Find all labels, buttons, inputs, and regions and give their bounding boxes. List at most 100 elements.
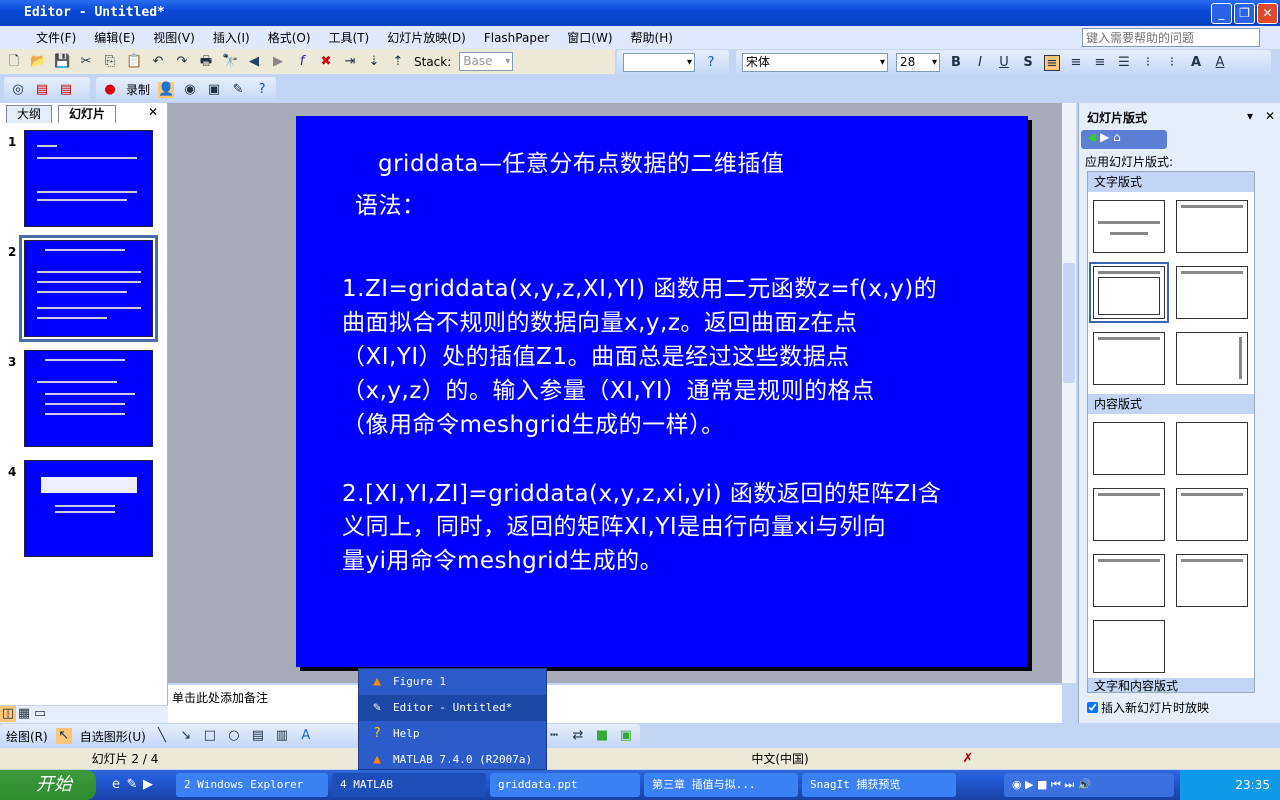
layout-title-slide[interactable] — [1093, 200, 1165, 253]
flashpaper-icon[interactable]: ◎ — [10, 82, 26, 98]
task-word-doc[interactable]: 第三章 插值与拟... — [644, 773, 798, 797]
layout-title-content-2[interactable] — [1093, 554, 1165, 607]
help-icon[interactable]: ? — [703, 55, 719, 71]
slide-syntax-label[interactable]: 语法： — [355, 186, 426, 220]
pdf-icon[interactable]: ▤ — [34, 82, 50, 98]
slideshow-view-icon[interactable]: ▭ — [32, 706, 48, 722]
find-icon[interactable]: 🔭 — [222, 54, 238, 70]
slide-text-line[interactable]: 义同上，同时，返回的矩阵XI,YI是由行向量xi与列向 — [342, 507, 886, 541]
shadow-icon[interactable]: S — [1020, 55, 1036, 71]
align-right-icon[interactable]: ≡ — [1092, 55, 1108, 71]
layout-title-text[interactable] — [1089, 262, 1169, 323]
underline-icon[interactable]: U — [996, 55, 1012, 71]
back-icon[interactable]: ◀ — [1087, 130, 1096, 144]
align-left-icon[interactable]: ≡ — [1044, 54, 1060, 71]
vertical-scrollbar[interactable] — [1062, 103, 1076, 683]
tab-outline[interactable]: 大纲 — [6, 105, 53, 123]
layout-vertical-title-text[interactable] — [1176, 332, 1248, 385]
3d-style-icon[interactable]: ▣ — [618, 728, 634, 744]
menu-item-editor[interactable]: ✎ Editor - Untitled* — [359, 695, 546, 721]
slide-text-line[interactable]: 量yi用命令meshgrid生成的。 — [342, 541, 663, 575]
select-arrow-icon[interactable]: ↖ — [55, 728, 72, 744]
increase-font-icon[interactable]: A — [1188, 55, 1204, 71]
layout-blank[interactable] — [1093, 422, 1165, 475]
slide-text-line[interactable]: （像用命令meshgrid生成的一样）。 — [342, 405, 725, 439]
draw-menu[interactable]: 绘图(R) — [6, 728, 48, 745]
clear-icon[interactable]: ✖ — [318, 54, 334, 70]
align-center-icon[interactable]: ≡ — [1068, 55, 1084, 71]
task-pane-close-icon[interactable]: ✕ — [1265, 109, 1275, 123]
font-select[interactable]: 宋体 — [742, 53, 888, 72]
dash-style-icon[interactable]: ┅ — [546, 728, 562, 744]
menu-item-figure-1[interactable]: ▲ Figure 1 — [359, 669, 546, 695]
vertical-textbox-icon[interactable]: ▥ — [274, 728, 290, 744]
close-pane-icon[interactable]: ✕ — [148, 105, 158, 119]
italic-icon[interactable]: I — [972, 55, 988, 71]
font-size-select[interactable]: 28 — [896, 53, 940, 72]
wordart-icon[interactable]: A — [298, 728, 314, 744]
slide-text-line[interactable]: 1.ZI=griddata(x,y,z,XI,YI) 函数用二元函数z=f(x,… — [342, 269, 937, 303]
step-out-icon[interactable]: ⇡ — [390, 54, 406, 70]
redo-icon[interactable]: ↷ — [174, 54, 190, 70]
pdf-email-icon[interactable]: ▤ — [58, 82, 74, 98]
slide-thumbnail-3[interactable] — [24, 350, 153, 447]
menu-insert[interactable]: 插入(I) — [213, 29, 250, 46]
zoom-select[interactable] — [623, 53, 695, 72]
home-icon[interactable]: ⌂ — [1113, 130, 1121, 144]
menu-item-matlab[interactable]: ▲ MATLAB 7.4.0 (R2007a) — [359, 747, 546, 773]
numbering-icon[interactable]: ⁝ — [1140, 55, 1156, 71]
arrow-icon[interactable]: ↘ — [178, 728, 194, 744]
layout-four-content[interactable] — [1093, 620, 1165, 673]
menu-edit[interactable]: 编辑(E) — [94, 29, 135, 46]
copy-icon[interactable]: ⎘ — [102, 54, 118, 70]
open-icon[interactable]: 📂 — [30, 54, 46, 70]
menu-format[interactable]: 格式(O) — [268, 29, 311, 46]
menu-window[interactable]: 窗口(W) — [567, 29, 612, 46]
bullets-icon[interactable]: ⁝ — [1164, 55, 1180, 71]
paste-icon[interactable]: 📋 — [126, 54, 142, 70]
notes-area[interactable]: 单击此处添加备注 — [168, 685, 1062, 723]
rectangle-icon[interactable]: □ — [202, 728, 218, 744]
quicklaunch-icon[interactable]: ✎ — [124, 777, 140, 793]
ie-icon[interactable]: e — [108, 777, 124, 793]
minimize-button[interactable]: _ — [1211, 3, 1232, 24]
slide-title[interactable]: griddata—任意分布点数据的二维插值 — [378, 144, 784, 178]
checkbox[interactable] — [1087, 702, 1098, 713]
new-icon[interactable]: 🗋 — [6, 54, 22, 70]
task-snagit[interactable]: SnagIt 捕获预览 — [802, 773, 956, 797]
layout-title-content[interactable] — [1093, 488, 1165, 541]
back-icon[interactable]: ◀ — [246, 54, 262, 70]
cut-icon[interactable]: ✂ — [78, 54, 94, 70]
close-button[interactable]: ✕ — [1257, 3, 1278, 24]
slide-thumbnail-2[interactable] — [19, 235, 158, 342]
stack-select[interactable]: Base — [459, 52, 514, 71]
slide-thumbnail-1[interactable] — [24, 130, 153, 227]
distribute-icon[interactable]: ☰ — [1116, 55, 1132, 71]
media-controls[interactable]: ◉ ▶ ■ ⏮ ⏭ 🔊 — [1004, 773, 1174, 797]
shadow-style-icon[interactable]: ■ — [594, 728, 610, 744]
save-icon[interactable]: 💾 — [54, 54, 70, 70]
menu-item-help[interactable]: ? Help — [359, 721, 546, 747]
task-pane-menu-icon[interactable]: ▾ — [1247, 109, 1253, 123]
sorter-view-icon[interactable]: ▦ — [16, 706, 32, 722]
textbox-icon[interactable]: ▤ — [250, 728, 266, 744]
menu-help[interactable]: 帮助(H) — [631, 29, 673, 46]
webcam-icon[interactable]: ◉ — [182, 82, 198, 98]
function-icon[interactable]: f — [294, 54, 310, 70]
task-griddata-ppt[interactable]: griddata.ppt — [490, 773, 640, 797]
slide-thumbnail-4[interactable] — [24, 460, 153, 557]
forward-icon[interactable]: ▶ — [1100, 130, 1109, 144]
task-windows-explorer[interactable]: 2 Windows Explorer — [176, 773, 328, 797]
step-icon[interactable]: ⇥ — [342, 54, 358, 70]
undo-icon[interactable]: ↶ — [150, 54, 166, 70]
tab-slides[interactable]: 幻灯片 — [58, 105, 117, 123]
print-icon[interactable]: 🖶 — [198, 54, 214, 70]
layout-vertical-text[interactable] — [1093, 332, 1165, 385]
oval-icon[interactable]: ○ — [226, 728, 242, 744]
slide-text-line[interactable]: 2.[XI,YI,ZI]=griddata(x,y,z,xi,yi) 函数返回的… — [342, 474, 941, 508]
record-label[interactable]: 录制 — [126, 81, 150, 98]
menu-flashpaper[interactable]: FlashPaper — [484, 31, 549, 45]
task-matlab[interactable]: 4 MATLAB — [332, 773, 486, 797]
maximize-button[interactable]: ❐ — [1234, 3, 1255, 24]
forward-icon[interactable]: ▶ — [270, 54, 286, 70]
